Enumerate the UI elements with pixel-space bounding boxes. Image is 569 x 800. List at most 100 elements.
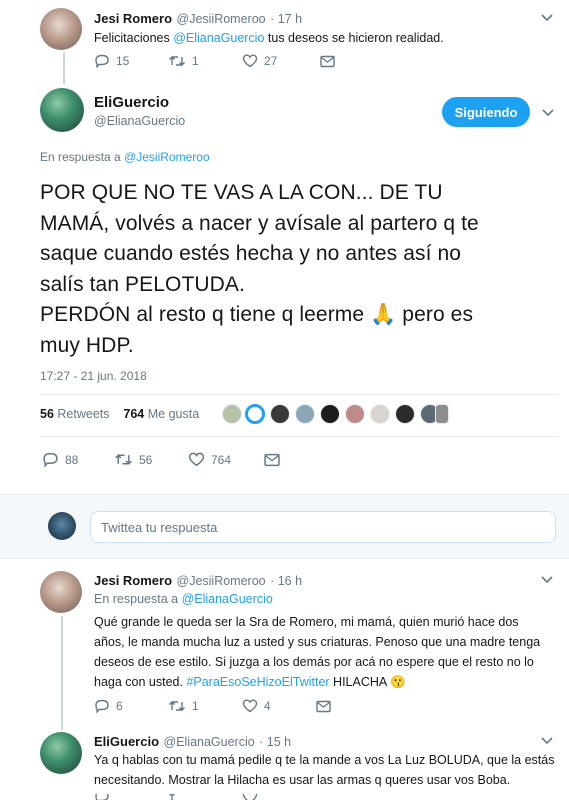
liker-avatar[interactable] [370, 404, 390, 424]
hashtag-link[interactable]: #ParaEsoSeHizoElTwitter [186, 675, 329, 689]
divider [40, 436, 559, 437]
likes-stat[interactable]: 764 Me gusta [123, 407, 199, 421]
tweet-text-line: deseos de ese estilo. Si juzga a los dem… [94, 655, 534, 669]
reply-count: 15 [116, 54, 130, 68]
avatar[interactable] [40, 732, 82, 774]
like-button[interactable]: 27 [242, 54, 320, 68]
tweet-time[interactable]: · 16 h [270, 574, 302, 588]
liker-avatar[interactable] [395, 404, 415, 424]
author-name[interactable]: EliGuercio [94, 734, 159, 749]
tweet-header: Jesi Romero @JesiiRomeroo · 17 h [94, 10, 302, 28]
like-count: 764 [211, 452, 232, 467]
chevron-down-icon[interactable] [541, 108, 555, 118]
retweet-button[interactable] [168, 794, 242, 800]
pray-emoji: 🙏 [370, 303, 397, 326]
tweet-time[interactable]: · 17 h [270, 12, 302, 26]
heart-icon [242, 794, 258, 800]
retweet-count: 1 [192, 54, 199, 68]
author-handle[interactable]: @JesiiRomeroo [177, 12, 266, 26]
retweet-icon [169, 701, 185, 711]
tweet-text-prefix: Felicitaciones [94, 31, 174, 45]
author-handle[interactable]: @ElianaGuercio [163, 735, 254, 749]
tweet-text-line: años, le manda mucha luz a usted y sus c… [94, 635, 541, 649]
tweet-actions: 15 1 27 [94, 54, 335, 68]
retweet-icon [115, 454, 132, 465]
chevron-down-icon[interactable] [540, 13, 554, 23]
chevron-down-icon[interactable] [540, 736, 554, 746]
tweet-text-suffix: tus deseos se hicieron realidad. [264, 31, 444, 45]
retweet-button[interactable]: 1 [168, 54, 242, 68]
liker-avatar[interactable] [435, 404, 449, 424]
reply-count: 88 [65, 452, 79, 467]
tweet-text: Felicitaciones @ElianaGuercio tus deseos… [94, 28, 444, 48]
author-handle[interactable]: @ElianaGuercio [94, 114, 185, 128]
reply-to-link[interactable]: @ElianaGuercio [182, 592, 273, 606]
thread-line-top [63, 52, 65, 84]
heart-icon [188, 452, 205, 467]
dm-button[interactable] [316, 700, 331, 713]
liker-avatar[interactable] [222, 404, 242, 424]
tweet-text-line: haga con usted. #ParaEsoSeHizoElTwitter … [94, 672, 560, 692]
tweet-timestamp[interactable]: 17:27 - 21 jun. 2018 [40, 369, 147, 383]
divider [0, 558, 569, 559]
reply-button[interactable] [94, 794, 168, 800]
tweet-time[interactable]: · 15 h [259, 735, 291, 749]
like-button[interactable]: 4 [242, 699, 316, 713]
reply-to-link[interactable]: @JesiiRomeroo [124, 150, 210, 164]
heart-icon [242, 54, 258, 68]
retweets-stat[interactable]: 56 Retweets [40, 407, 110, 421]
reply-context: En respuesta a @JesiiRomeroo [40, 150, 210, 164]
retweet-button[interactable]: 56 [114, 452, 188, 467]
likes-stat-label: Me gusta [147, 407, 200, 421]
reply-button[interactable]: 88 [42, 452, 114, 467]
following-button[interactable]: Siguiendo [442, 97, 530, 127]
tweet-actions: 88 56 764 [42, 452, 280, 467]
tweet-text-line: Qué grande le queda ser la Sra de Romero… [94, 615, 519, 629]
tweet-text-line: necesitando. Mostrar la Hilacha es usar … [94, 773, 511, 787]
tweet-text-line: MAMÁ, volvés a nacer y avísale al parter… [40, 211, 479, 235]
like-button[interactable]: 764 [188, 452, 264, 467]
tweet-text: Qué grande le queda ser la Sra de Romero… [94, 612, 560, 692]
retweet-icon [169, 794, 175, 800]
dm-button[interactable] [320, 55, 335, 68]
envelope-icon [264, 453, 280, 466]
author-name[interactable]: Jesi Romero [94, 573, 172, 588]
tweet-header: Jesi Romero @JesiiRomeroo · 16 h [94, 572, 302, 590]
tweet-actions-partial [94, 794, 316, 800]
liker-avatar[interactable] [270, 404, 290, 424]
mention-link[interactable]: @ElianaGuercio [173, 31, 264, 45]
envelope-icon [320, 55, 335, 67]
author-name[interactable]: EliGuercio [94, 94, 169, 111]
retweet-icon [169, 56, 185, 66]
dm-button[interactable] [264, 453, 280, 467]
liker-avatar[interactable] [295, 404, 315, 424]
avatar[interactable] [40, 8, 82, 50]
chevron-down-icon[interactable] [540, 575, 554, 585]
reply-icon [95, 699, 109, 713]
liker-avatar[interactable] [345, 404, 365, 424]
reply-context: En respuesta a @ElianaGuercio [94, 592, 273, 606]
heart-icon [242, 699, 258, 713]
reply-icon [95, 794, 109, 800]
author-name[interactable]: Jesi Romero [94, 11, 172, 26]
like-count: 27 [264, 54, 278, 68]
envelope-icon [316, 700, 331, 712]
liker-avatar[interactable] [320, 404, 340, 424]
reply-input[interactable]: Twittea tu respuesta [90, 511, 556, 543]
tweet-text-part: pero es [396, 303, 474, 326]
like-button[interactable] [242, 794, 316, 800]
author-handle[interactable]: @JesiiRomeroo [177, 574, 266, 588]
kiss-emoji: 😗 [390, 675, 406, 689]
retweet-button[interactable]: 1 [168, 699, 242, 713]
thread-line [61, 616, 63, 730]
avatar [48, 512, 76, 540]
avatar[interactable] [40, 88, 84, 132]
retweets-stat-label: Retweets [57, 407, 110, 421]
liker-avatar[interactable] [245, 404, 265, 424]
tweet-text-line: salís tan PELOTUDA. [40, 272, 245, 296]
avatar[interactable] [40, 571, 82, 613]
reply-context-label: En respuesta a [40, 150, 125, 164]
reply-button[interactable]: 15 [94, 54, 168, 68]
divider [0, 494, 569, 495]
reply-button[interactable]: 6 [94, 699, 168, 713]
